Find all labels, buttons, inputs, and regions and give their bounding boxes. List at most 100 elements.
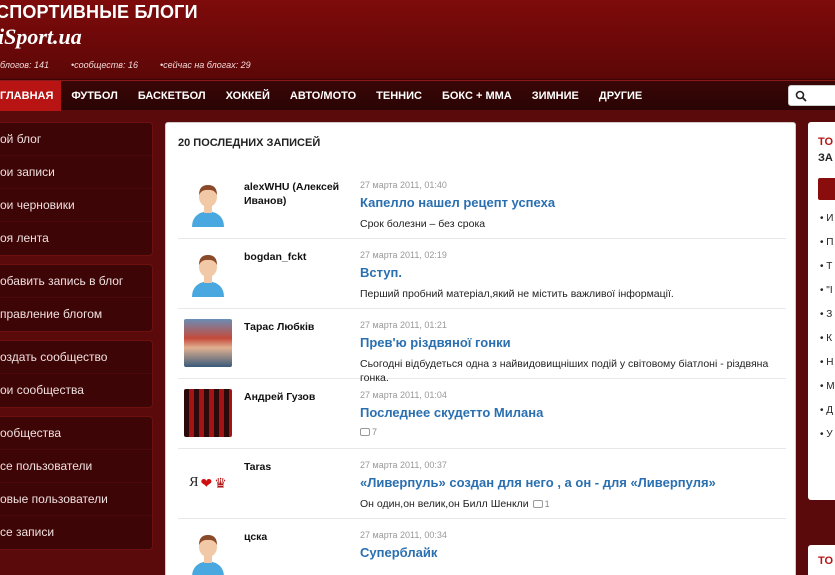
right-list-item[interactable]: • М [820, 380, 835, 404]
right-list-item[interactable]: • Т 2 [820, 260, 835, 284]
right-list-item[interactable]: • К [820, 332, 835, 356]
excerpt-text: Срок болезни – без срока [360, 218, 486, 230]
right-panel-tab[interactable] [818, 178, 835, 200]
avatar[interactable] [184, 389, 232, 437]
sidebar-item[interactable]: оя лента [0, 222, 152, 255]
avatar[interactable] [184, 319, 232, 367]
sidebar-group: оздать сообщество ои сообщества [0, 340, 153, 408]
sidebar-group: ообщества се пользователи овые пользовател… [0, 416, 153, 550]
comment-icon [532, 500, 543, 508]
excerpt-text: Перший пробний матеріал,який не містить … [360, 288, 674, 300]
stat-communities: сообществ: 16 [71, 60, 138, 70]
sidebar-item[interactable]: оздать сообщество [0, 341, 152, 374]
post-row: цска 27 марта 2011, 00:34 Суперблайк [178, 519, 786, 575]
excerpt-text: Он один,он велик,он Билл Шенкли [360, 498, 529, 510]
post-author[interactable]: Taras [244, 460, 364, 474]
sidebar-item[interactable]: се записи [0, 516, 152, 549]
panel-title: 20 ПОСЛЕДНИХ ЗАПИСЕЙ [178, 137, 321, 149]
nav-item[interactable]: БОКС + ММА [432, 81, 522, 111]
right-list-item[interactable]: • Н [820, 356, 835, 380]
right-list-item[interactable]: • "I [820, 284, 835, 308]
comment-icon [360, 428, 370, 436]
post-title-link[interactable]: Суперблайк [360, 545, 437, 560]
nav-item[interactable]: ЗИМНИЕ [522, 81, 589, 111]
avatar[interactable] [184, 179, 232, 227]
sidebar: ой блог ои записи ои черновики оя лента обав… [0, 122, 153, 558]
site-stats: блогов: 141 сообществ: 16 сейчас на блог… [0, 60, 251, 70]
sidebar-item[interactable]: ой блог [0, 123, 152, 156]
right-list-item[interactable]: • П тр [820, 236, 835, 260]
right-panel-heading: ТО ЗА [818, 134, 833, 166]
avatar[interactable]: Я ❤ ♛ [184, 459, 232, 507]
search-icon[interactable] [795, 90, 807, 102]
avatar[interactable] [184, 529, 232, 575]
comment-count[interactable]: 7 [360, 427, 377, 437]
post-title-link[interactable]: Последнее скудетто Милана [360, 405, 543, 420]
post-date: 27 марта 2011, 00:34 [360, 530, 447, 540]
post-title-link[interactable]: «Ливерпуль» создан для него , а он - для… [360, 475, 716, 490]
post-row: Я ❤ ♛ Taras 27 марта 2011, 00:37 «Ливерпуль» … [178, 449, 786, 519]
search-input[interactable] [788, 85, 835, 106]
post-author[interactable]: bogdan_fckt [244, 250, 364, 264]
sidebar-item[interactable]: обавить запись в блог [0, 265, 152, 298]
post-author[interactable]: Андрей Гузов [244, 390, 364, 404]
site-logo[interactable]: iSport.ua [0, 24, 82, 50]
nav-items: ГЛАВНАЯ ФУТБОЛ БАСКЕТБОЛ ХОККЕЙ АВТО/МОТО ТЕН… [0, 81, 652, 111]
sidebar-item[interactable]: ои черновики [0, 189, 152, 222]
post-row: alexWHU (Алексей Иванов) 27 марта 2011, 0… [178, 169, 786, 239]
post-author[interactable]: Тарас Любків [244, 320, 364, 334]
post-date: 27 марта 2011, 01:04 [360, 390, 447, 400]
right-list-item[interactable]: • И [820, 212, 835, 236]
post-author[interactable]: цска [244, 530, 364, 544]
right-list-item[interactable]: • З [820, 308, 835, 332]
right-heading-top: ТО [818, 136, 834, 148]
stat-blogs: блогов: 141 [0, 60, 50, 70]
post-date: 27 марта 2011, 01:21 [360, 320, 447, 330]
latest-posts-panel: 20 ПОСЛЕДНИХ ЗАПИСЕЙ alexWHU (Алексей Ив… [165, 122, 796, 575]
post-date: 27 марта 2011, 00:37 [360, 460, 447, 470]
right-list: • И• П тр• Т 2• "I• З• К• Н• М• Д• У м [820, 212, 835, 452]
post-title-link[interactable]: Капелло нашел рецепт успеха [360, 195, 555, 210]
post-title-link[interactable]: Вступ. [360, 265, 402, 280]
comment-count-value: 1 [544, 499, 550, 509]
sidebar-item[interactable]: овые пользователи [0, 483, 152, 516]
right-list-item[interactable]: • У м [820, 428, 835, 452]
post-title-link[interactable]: Прев'ю різдвяної гонки [360, 335, 511, 350]
nav-item[interactable]: БАСКЕТБОЛ [128, 81, 216, 111]
avatar[interactable] [184, 249, 232, 297]
nav-item[interactable]: ФУТБОЛ [61, 81, 127, 111]
sidebar-group: обавить запись в блог правление блогом [0, 264, 153, 332]
right-heading-sub: ЗА [818, 152, 833, 164]
site-header: СПОРТИВНЫЕ БЛОГИ iSport.ua блогов: 141 с… [0, 0, 835, 80]
sidebar-item[interactable]: се пользователи [0, 450, 152, 483]
right-list-item[interactable]: • Д [820, 404, 835, 428]
post-row: Тарас Любків 27 марта 2011, 01:21 Прев'ю р… [178, 309, 786, 384]
sidebar-item[interactable]: ои записи [0, 156, 152, 189]
sidebar-item[interactable]: ои сообщества [0, 374, 152, 407]
nav-item[interactable]: ДРУГИЕ [589, 81, 652, 111]
stat-online: сейчас на блогах: 29 [160, 60, 250, 70]
post-date: 27 марта 2011, 02:19 [360, 250, 447, 260]
right-panel: ТО ЗА • И• П тр• Т 2• "I• З• К• Н• М• Д•… [808, 122, 835, 500]
post-date: 27 марта 2011, 01:40 [360, 180, 447, 190]
nav-item[interactable]: ГЛАВНАЯ [0, 81, 62, 111]
main-nav: ГЛАВНАЯ ФУТБОЛ БАСКЕТБОЛ ХОККЕЙ АВТО/МОТО ТЕН… [0, 80, 835, 111]
post-author[interactable]: alexWHU (Алексей Иванов) [244, 180, 364, 208]
post-excerpt: Он один,он велик,он Билл Шенкли 1 [360, 497, 780, 511]
nav-item[interactable]: ХОККЕЙ [216, 81, 280, 111]
nav-item[interactable]: АВТО/МОТО [280, 81, 366, 111]
comment-count-value: 7 [372, 427, 378, 437]
sidebar-group: ой блог ои записи ои черновики оя лента [0, 122, 153, 256]
site-tagline: СПОРТИВНЫЕ БЛОГИ [0, 2, 198, 22]
nav-item[interactable]: ТЕННИС [366, 81, 432, 111]
sidebar-item[interactable]: правление блогом [0, 298, 152, 331]
post-list: alexWHU (Алексей Иванов) 27 марта 2011, 0… [178, 169, 786, 575]
post-excerpt: Перший пробний матеріал,який не містить … [360, 287, 780, 301]
right-panel-2: ТО [808, 545, 835, 575]
sidebar-item[interactable]: ообщества [0, 417, 152, 450]
comment-count[interactable]: 1 [532, 499, 550, 509]
post-excerpt: Срок болезни – без срока [360, 217, 780, 231]
right-panel-2-heading: ТО [818, 555, 834, 567]
post-row: bogdan_fckt 27 марта 2011, 02:19 Вступ. Пер… [178, 239, 786, 309]
post-row: Андрей Гузов 27 марта 2011, 01:04 Последне… [178, 379, 786, 449]
